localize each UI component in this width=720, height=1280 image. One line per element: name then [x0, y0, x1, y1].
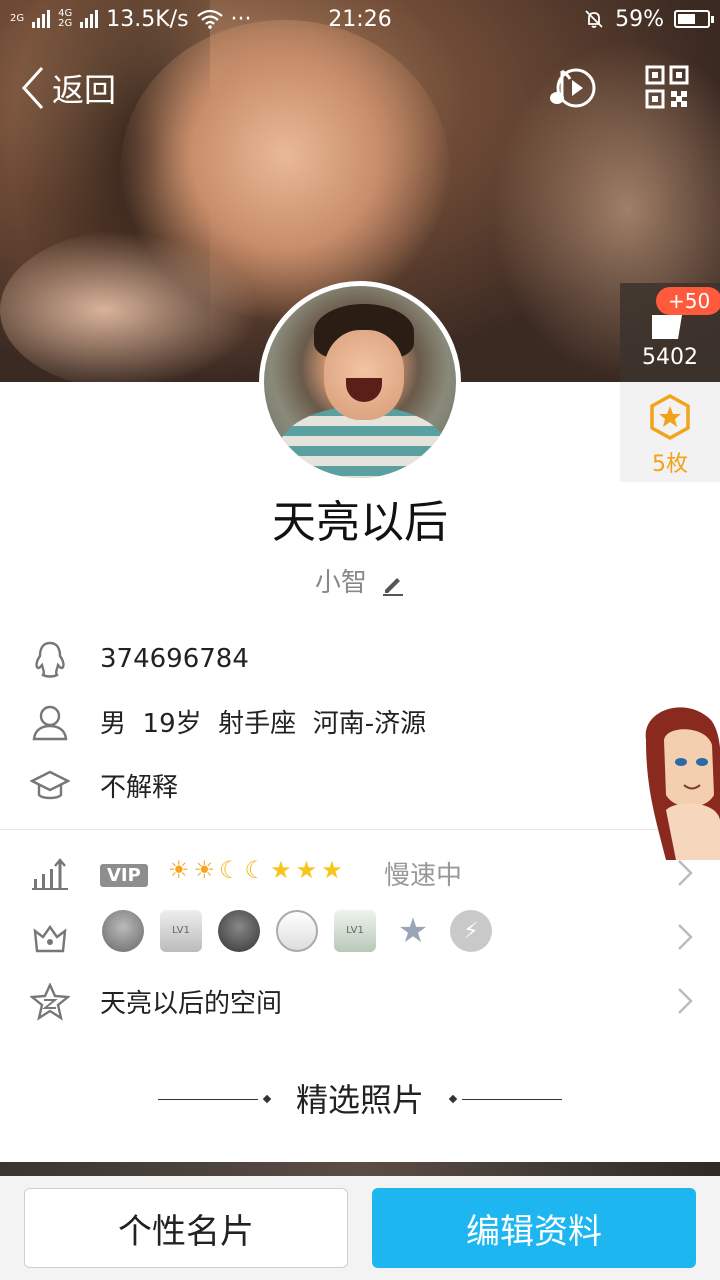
edit-profile-button[interactable]: 编辑资料: [372, 1188, 696, 1268]
badge-level-label-1: LV1: [172, 925, 190, 936]
bottom-action-bar: 个性名片 编辑资料: [0, 1176, 720, 1280]
edit-pencil-icon[interactable]: [381, 572, 405, 596]
personal-row: 男 19岁 射手座 河南-济源: [0, 690, 720, 752]
qq-number-row: 374696784: [0, 628, 720, 690]
badge-list: LV1 LV1 ★ ⚡: [102, 910, 492, 952]
featured-photos-header: 精选照片: [0, 1078, 720, 1122]
top-nav: 返回: [0, 55, 720, 119]
moon-icon: ☾: [244, 856, 267, 884]
section-divider: [0, 829, 720, 830]
status-bar: 2G 4G 2G 13.5K/s ··· 21:26 59%: [0, 0, 720, 38]
sun-icon: ☀: [193, 856, 216, 884]
qzone-star-icon: [30, 983, 70, 1021]
profile-name: 天亮以后: [272, 497, 448, 548]
personal-card-button[interactable]: 个性名片: [24, 1188, 348, 1268]
coin-panel[interactable]: 5枚: [620, 382, 720, 482]
thumbs-up-icon: [652, 315, 682, 339]
music-play-icon[interactable]: [548, 65, 598, 111]
badges-row[interactable]: LV1 LV1 ★ ⚡: [0, 906, 720, 968]
level-chart-icon: [32, 858, 68, 890]
star-coin-icon: [650, 394, 690, 440]
clock: 21:26: [328, 6, 392, 32]
chevron-left-icon: [21, 66, 44, 110]
avatar-face: [324, 330, 404, 420]
space-row[interactable]: 天亮以后的空间: [0, 970, 720, 1032]
qq-number: 374696784: [100, 644, 249, 674]
personal-info: 不解释: [100, 772, 179, 803]
user-icon: [32, 705, 68, 741]
location: 河南-济源: [312, 708, 427, 739]
like-panel[interactable]: +50 5402: [620, 283, 720, 382]
chevron-right-icon[interactable]: [676, 858, 694, 888]
star-icon: ★: [321, 856, 343, 884]
zodiac: 射手座: [218, 708, 297, 739]
section-title: 精选照片: [295, 1081, 424, 1119]
green-diamond-badge-icon: LV1: [334, 910, 376, 952]
education-row: 不解释: [0, 754, 720, 816]
right-rule: [462, 1099, 562, 1100]
left-rule: [158, 1099, 258, 1100]
vip-badge: VIP: [100, 864, 148, 887]
qr-code-icon[interactable]: [645, 65, 689, 109]
back-button[interactable]: 返回: [20, 65, 116, 111]
coin-count: 5枚: [652, 452, 688, 477]
crown-icon: [33, 924, 67, 953]
nickname-row[interactable]: 小智: [0, 562, 720, 599]
star-badge-icon: ★: [397, 911, 429, 951]
space-label: 天亮以后的空间: [100, 988, 283, 1019]
video-cloud-badge-icon: [276, 910, 318, 952]
qq-penguin-badge-icon: [102, 910, 144, 952]
featured-photo-strip[interactable]: [0, 1162, 720, 1176]
age: 19岁: [142, 708, 202, 739]
right-diamond: [448, 1094, 458, 1104]
chevron-right-icon[interactable]: [676, 922, 694, 952]
star-icon: ★: [270, 856, 292, 884]
badge-level-label-2: LV1: [346, 925, 364, 936]
lightning-badge-icon: ⚡: [450, 910, 492, 952]
qq-penguin-dark-badge-icon: [218, 910, 260, 952]
battery-icon: [674, 10, 714, 28]
chevron-right-icon[interactable]: [676, 986, 694, 1016]
mascot-character-icon[interactable]: [636, 700, 720, 860]
sun-icon: ☀: [168, 856, 190, 884]
level-icons: ☀ ☀ ☾ ☾ ★ ★ ★: [168, 856, 343, 884]
back-label: 返回: [52, 71, 117, 109]
cover-hand-shape: [0, 230, 260, 382]
speed-status: 慢速中: [384, 860, 463, 891]
penguin-icon: [35, 641, 65, 678]
avatar[interactable]: [259, 281, 461, 483]
left-diamond: [262, 1094, 272, 1104]
like-count: 5402: [642, 345, 698, 370]
diamond-badge-icon: LV1: [160, 910, 202, 952]
graduation-cap-icon: [30, 770, 70, 800]
star-icon: ★: [295, 856, 318, 884]
gender: 男: [100, 708, 127, 739]
moon-icon: ☾: [219, 856, 241, 884]
level-row[interactable]: VIP ☀ ☀ ☾ ☾ ★ ★ ★ 慢速中: [0, 842, 720, 904]
nickname: 小智: [314, 568, 367, 598]
